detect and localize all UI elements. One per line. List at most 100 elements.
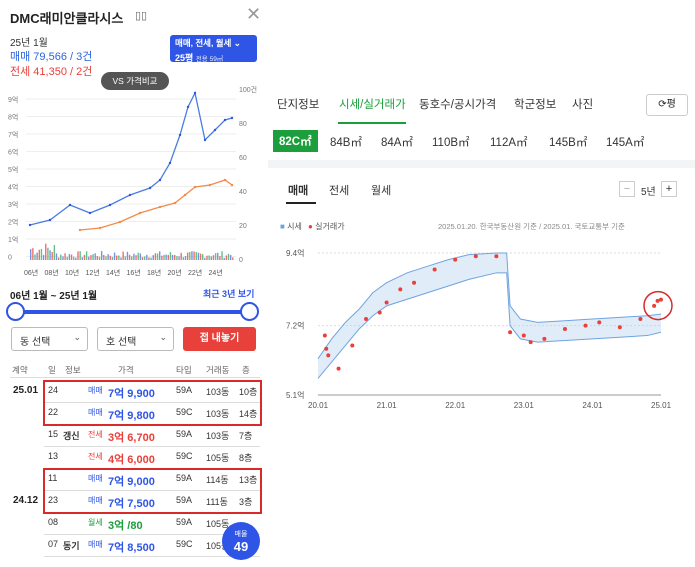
size-tab[interactable]: 84A㎡ [381, 134, 413, 150]
y-tick-label: 3억 [8, 201, 18, 209]
y-tick-label: 8억 [8, 114, 18, 122]
sale-point [28, 223, 32, 227]
x-tick-label: 18년 [147, 268, 161, 277]
actual-trade-point [412, 280, 417, 285]
deal-price: 4억 6,000 [108, 454, 155, 466]
recent-3y-link[interactable]: 최근 3년 보기 [203, 287, 254, 300]
filter-dropdown[interactable]: 매매, 전세, 월세 ⌄ 25평 전용 59㎡ [170, 35, 257, 63]
volume-bar [229, 254, 232, 260]
volume-bar [55, 253, 58, 260]
size-tab[interactable]: 145A㎡ [606, 134, 644, 150]
tab-jeonse[interactable]: 전세 [329, 182, 349, 198]
y-tick-label: 9억 [8, 96, 18, 104]
x-tick-label: 22.01 [445, 401, 466, 410]
active-tab-underline [338, 122, 406, 124]
volume-bar [85, 251, 88, 260]
actual-trade-point [350, 343, 355, 348]
floor: 7층 [239, 431, 253, 441]
actual-trade-point [398, 287, 403, 292]
listing-button[interactable]: 접 내놓기 [183, 327, 256, 351]
sale-summary: 매매 79,566 / 3건 [10, 51, 93, 63]
period-slider[interactable] [14, 310, 250, 314]
tab-monthly[interactable]: 월세 [371, 182, 391, 198]
sale-point [186, 105, 190, 109]
volume-bar [94, 253, 96, 260]
volume-bar [152, 255, 154, 260]
left-panel: DMC래미안클라시스 ▯▯ ✕ 25년 1월 매매 79,566 / 3건 전세… [0, 0, 268, 567]
table-row[interactable]: 13 전세 4억 6,000 59C 105동 8층 [0, 446, 268, 469]
actual-trade-point [326, 353, 331, 358]
tab-sale[interactable]: 매매 [288, 182, 308, 198]
x-tick-label: 12년 [86, 268, 100, 277]
volume-bar [107, 254, 109, 260]
tab-photo[interactable]: 사진 [572, 96, 593, 112]
minus-button[interactable]: − [619, 181, 635, 197]
jeonse-point [183, 193, 187, 197]
ho-select[interactable]: 호 선택 ⌄ [97, 327, 174, 351]
volume-bar [77, 251, 79, 260]
volume-bar [214, 253, 217, 260]
refresh-button[interactable]: ⟳평 [646, 94, 688, 116]
plus-button[interactable]: + [661, 181, 677, 197]
deal-kind: 전세 [88, 452, 103, 461]
size-tab[interactable]: 112A㎡ [490, 134, 528, 150]
actual-trade-point [521, 333, 526, 338]
contract-day: 07 [48, 539, 59, 549]
volume-bar [53, 245, 56, 260]
size-tab[interactable]: 84B㎡ [330, 134, 362, 150]
sale-point [223, 118, 227, 122]
close-icon[interactable]: ✕ [246, 4, 261, 25]
jeonse-point [173, 201, 177, 205]
slider-handle-end[interactable] [240, 302, 259, 321]
size-tabs: 82C㎡ 84B㎡ 84A㎡ 110B㎡ 112A㎡ 145B㎡ 145A㎡ [268, 128, 695, 156]
slider-handle-start[interactable] [6, 302, 25, 321]
x-tick-label: 24년 [209, 268, 223, 277]
size-tab[interactable]: 82C㎡ [273, 130, 318, 152]
tab-complex-info[interactable]: 단지정보 [277, 96, 319, 112]
tab-school[interactable]: 학군정보 [514, 96, 556, 112]
year-range[interactable]: 5년 [641, 183, 656, 198]
volume-bar [73, 256, 75, 260]
tab-price[interactable]: 시세/실거래가 [339, 96, 406, 112]
volume-bar [204, 257, 206, 260]
active-market-underline [286, 202, 316, 204]
x-tick-label: 08년 [45, 268, 59, 277]
y2-tick-label: 80 [239, 121, 247, 128]
volume-bar [195, 251, 197, 260]
volume-bar [96, 256, 99, 260]
legend-market: 시세 [287, 222, 302, 231]
actual-trade-point [377, 310, 382, 315]
volume-bar [174, 254, 176, 260]
table-row[interactable]: 15 갱신 전세 3억 6,700 59A 103동 7층 [0, 424, 268, 447]
actual-trade-point [432, 267, 437, 272]
volume-bar [217, 252, 219, 260]
sale-point [230, 116, 234, 120]
actual-trade-point [655, 298, 660, 303]
actual-trade-point [336, 366, 341, 371]
volume-bar [126, 251, 129, 260]
highlight-box [43, 380, 262, 426]
y2-tick-label: 0 [239, 257, 243, 264]
volume-bar [57, 257, 60, 260]
y-tick-label: 7억 [8, 131, 18, 139]
map-icon[interactable]: ▯▯ [135, 9, 147, 22]
size-tab[interactable]: 145B㎡ [549, 134, 587, 150]
header-info: 정보 [65, 365, 81, 375]
volume-bar [159, 251, 161, 260]
volume-bar [133, 253, 135, 260]
data-source: 2025.01.20. 한국부동산원 기준 / 2025.01. 국토교통부 기… [438, 222, 625, 231]
tab-unit-price[interactable]: 동호수/공시가격 [419, 96, 496, 112]
header-price[interactable]: 가격 [118, 364, 134, 376]
volume-bar [143, 256, 146, 260]
y-tick-label: 5.1억 [286, 390, 304, 400]
dong-select[interactable]: 동 선택 ⌄ [11, 327, 88, 351]
right-panel: 단지정보 시세/실거래가 동호수/공시가격 학군정보 사진 ⟳평 82C㎡ 84… [268, 0, 695, 567]
chevron-down-icon: ⌄ [159, 332, 167, 342]
y-tick-label: 4억 [8, 184, 18, 192]
volume-bar [30, 249, 32, 260]
volume-bar [32, 248, 34, 260]
size-tab[interactable]: 110B㎡ [432, 134, 470, 150]
listing-count-badge[interactable]: 매물 49 [222, 522, 260, 560]
contract-date: 24.12 [13, 495, 39, 506]
x-tick-label: 24.01 [582, 401, 603, 410]
